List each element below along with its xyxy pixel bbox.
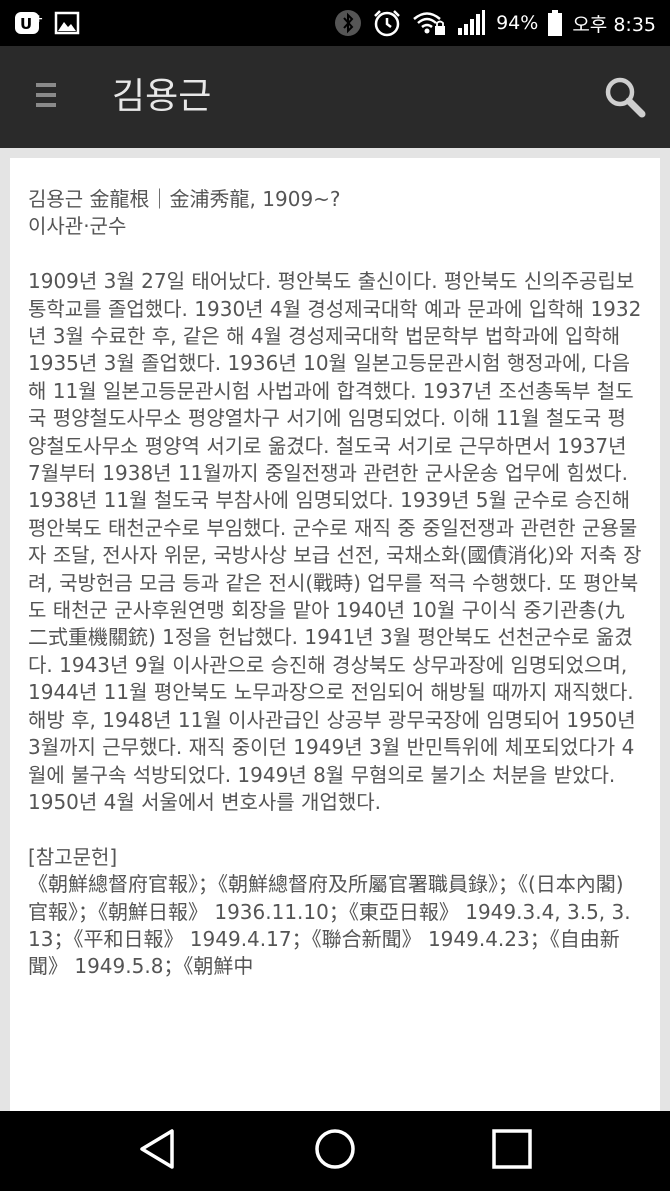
menu-button[interactable] bbox=[28, 76, 64, 118]
navigation-bar bbox=[0, 1111, 670, 1191]
battery-icon bbox=[548, 10, 563, 36]
svg-text:U: U bbox=[20, 15, 32, 33]
svg-text:+: + bbox=[34, 12, 43, 25]
article-heading: 김용근 金龍根｜金浦秀龍, 1909~? bbox=[28, 187, 341, 211]
back-button[interactable] bbox=[130, 1125, 186, 1177]
article-paragraph-1: 1909년 3월 27일 태어났다. 평안북도 출신이다. 평안북도 신의주공립… bbox=[28, 269, 642, 705]
content-area[interactable]: 김용근 金龍根｜金浦秀龍, 1909~? 이사관·군수 1909년 3월 27일… bbox=[0, 148, 670, 1111]
article-position: 이사관·군수 bbox=[28, 214, 127, 239]
back-icon bbox=[138, 1128, 178, 1174]
status-bar-right: 94% 오후 8:35 bbox=[334, 8, 656, 38]
recents-button[interactable] bbox=[484, 1125, 540, 1177]
uplus-icon: U + bbox=[14, 10, 44, 36]
signal-icon bbox=[456, 10, 486, 36]
recents-icon bbox=[491, 1128, 533, 1174]
battery-percent: 94% bbox=[496, 12, 539, 34]
search-icon bbox=[603, 75, 647, 123]
article-paragraph-2: 해방 후, 1948년 11월 이사관급인 상공부 광무국장에 임명되어 195… bbox=[28, 707, 636, 814]
article-card: 김용근 金龍根｜金浦秀龍, 1909~? 이사관·군수 1909년 3월 27일… bbox=[10, 158, 660, 1111]
hamburger-icon bbox=[34, 80, 58, 114]
page-title: 김용근 bbox=[112, 76, 212, 117]
home-icon bbox=[313, 1127, 357, 1175]
references-title: [참고문헌] bbox=[28, 844, 118, 869]
alarm-icon bbox=[372, 8, 402, 38]
gallery-icon bbox=[54, 11, 80, 35]
status-bar-left: U + bbox=[14, 10, 80, 36]
clock: 오후 8:35 bbox=[572, 13, 656, 36]
status-bar: U + 94% 오후 8:35 bbox=[0, 0, 670, 46]
references-list: 《朝鮮總督府官報》；《朝鮮總督府及所屬官署職員錄》；《(日本內閣)官報》；《朝鮮… bbox=[28, 872, 631, 979]
search-button[interactable] bbox=[600, 74, 650, 124]
wifi-lock-icon bbox=[412, 10, 446, 36]
app-bar: 김용근 bbox=[0, 46, 670, 148]
bluetooth-icon bbox=[334, 9, 362, 37]
home-button[interactable] bbox=[307, 1125, 363, 1177]
